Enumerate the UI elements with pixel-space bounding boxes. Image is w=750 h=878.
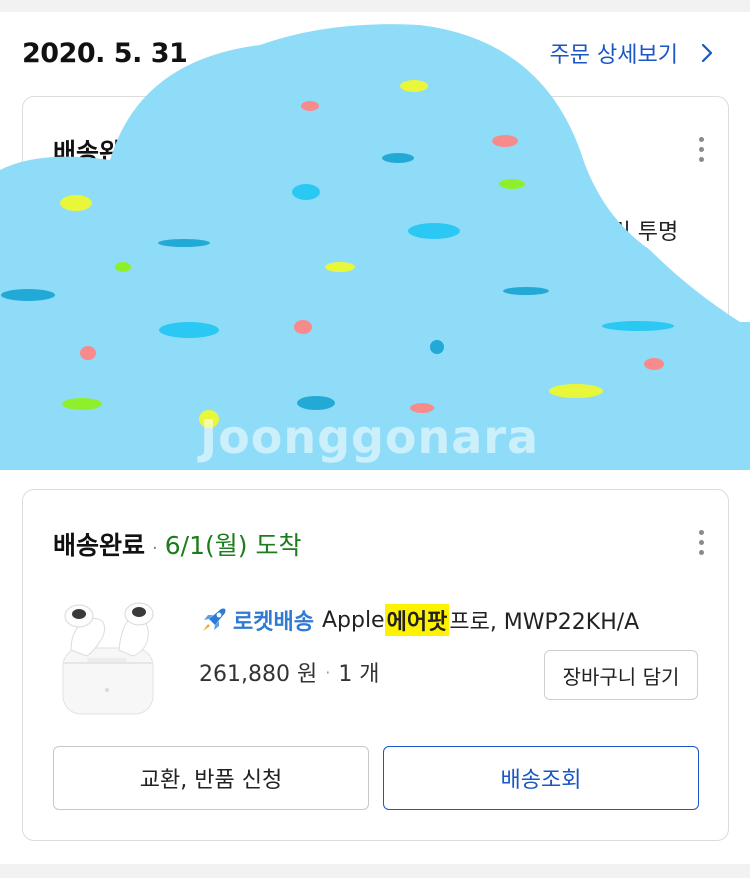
status-separator: · bbox=[152, 538, 158, 559]
exchange-return-button[interactable]: 교환, 반품 신청 bbox=[53, 746, 369, 810]
product-title-highlight: 에어팟 bbox=[384, 604, 450, 636]
status-separator: · bbox=[152, 145, 158, 166]
more-vertical-icon[interactable] bbox=[696, 137, 706, 169]
order-detail-label: 주문 상세보기 bbox=[549, 43, 678, 68]
shipment-status: 배송완료 bbox=[53, 138, 146, 167]
watermark-text: Joonggonara bbox=[200, 410, 540, 464]
shipment-status-row: 배송완료 · 6/1(월) 도착 bbox=[53, 526, 301, 562]
chevron-right-icon bbox=[701, 43, 713, 63]
product-title[interactable]: 로켓배송 Apple 에어팟 프로, MWP22KH/A bbox=[199, 604, 639, 636]
more-vertical-icon[interactable] bbox=[696, 530, 706, 562]
shipment-status-row: 배송완료 · bbox=[53, 133, 165, 169]
product-title-pre: Apple bbox=[321, 607, 385, 633]
shipment-card-2: 배송완료 · 6/1(월) 도착 로켓배송 Apple 에어팟 프로, MWP2… bbox=[22, 489, 729, 841]
track-delivery-button[interactable]: 배송조회 bbox=[383, 746, 699, 810]
order-header: 2020. 5. 31 주문 상세보기 bbox=[0, 12, 750, 96]
arrival-date: 6/1(월) 도착 bbox=[164, 531, 302, 560]
add-to-cart-button[interactable]: 장바구니 담기 bbox=[544, 650, 698, 700]
airpods-pro-image[interactable] bbox=[57, 600, 161, 716]
price-separator: · bbox=[325, 662, 331, 682]
order-detail-link[interactable]: 주문 상세보기 bbox=[550, 37, 718, 69]
rocket-delivery-badge: 로켓배송 bbox=[233, 610, 314, 635]
product-title-post: 프로, MWP22KH/A bbox=[449, 610, 640, 635]
product-price: 261,880 원 bbox=[199, 662, 318, 687]
product-quantity: 1 개 bbox=[338, 662, 380, 687]
rocket-icon bbox=[203, 608, 226, 631]
shipment-status: 배송완료 bbox=[53, 531, 146, 560]
product-title-fragment[interactable]: 스 키링 투명 bbox=[563, 214, 678, 246]
order-date: 2020. 5. 31 bbox=[22, 38, 188, 69]
